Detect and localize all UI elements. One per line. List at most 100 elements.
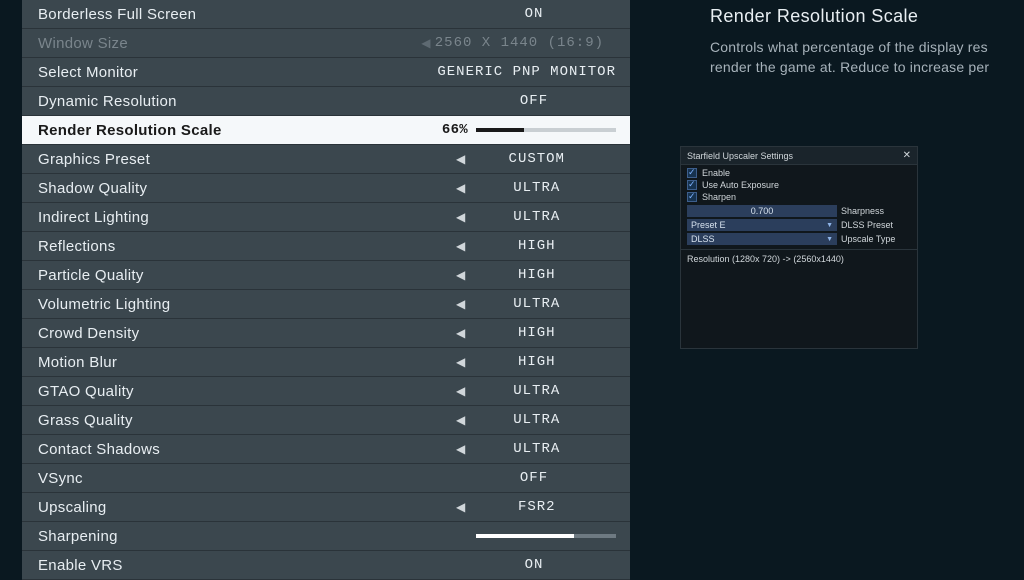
- setting-row[interactable]: Select MonitorGENERIC PNP MONITOR: [22, 58, 630, 87]
- setting-cycler[interactable]: ◀CUSTOM: [452, 151, 616, 167]
- setting-value[interactable]: ON: [452, 557, 616, 573]
- setting-value[interactable]: OFF: [452, 470, 616, 486]
- setting-cycler[interactable]: ◀ULTRA: [452, 180, 616, 196]
- preset-label: DLSS Preset: [841, 220, 911, 230]
- sharpness-slider[interactable]: 0.700: [687, 205, 837, 217]
- arrow-left-icon[interactable]: ◀: [452, 355, 470, 370]
- arrow-left-icon[interactable]: ◀: [452, 181, 470, 196]
- sharpness-label: Sharpness: [841, 206, 911, 216]
- setting-value: ULTRA: [470, 180, 604, 196]
- preset-row[interactable]: Preset E ▼ DLSS Preset: [687, 219, 911, 231]
- setting-label: Borderless Full Screen: [38, 6, 196, 23]
- setting-value: HIGH: [470, 325, 604, 341]
- arrow-left-icon[interactable]: ◀: [452, 268, 470, 283]
- setting-value: HIGH: [470, 354, 604, 370]
- setting-slider[interactable]: 66%: [428, 122, 616, 138]
- checkbox-icon[interactable]: [687, 168, 697, 178]
- description-title: Render Resolution Scale: [710, 6, 1024, 27]
- arrow-left-icon[interactable]: ◀: [452, 500, 470, 515]
- setting-row[interactable]: Volumetric Lighting◀ULTRA: [22, 290, 630, 319]
- setting-row[interactable]: VSyncOFF: [22, 464, 630, 493]
- setting-row[interactable]: Crowd Density◀HIGH: [22, 319, 630, 348]
- setting-value[interactable]: OFF: [452, 93, 616, 109]
- setting-label: Graphics Preset: [38, 151, 150, 168]
- setting-row[interactable]: Render Resolution Scale66%: [22, 116, 630, 145]
- setting-value: CUSTOM: [470, 151, 604, 167]
- overlay-empty-area: [687, 264, 911, 344]
- setting-label: Motion Blur: [38, 354, 117, 371]
- setting-label: Enable VRS: [38, 557, 123, 574]
- overlay-divider: [681, 249, 917, 250]
- check-enable[interactable]: Enable: [687, 167, 911, 179]
- caret-down-icon: ▼: [826, 222, 833, 229]
- preset-value: Preset E: [691, 220, 726, 230]
- slider-fill: [476, 534, 574, 538]
- check-sharpen[interactable]: Sharpen: [687, 191, 911, 203]
- check-label: Enable: [702, 168, 730, 178]
- setting-cycler[interactable]: ◀ULTRA: [452, 209, 616, 225]
- setting-value: HIGH: [470, 267, 604, 283]
- arrow-left-icon[interactable]: ◀: [452, 326, 470, 341]
- check-auto-exposure[interactable]: Use Auto Exposure: [687, 179, 911, 191]
- setting-label: Dynamic Resolution: [38, 93, 177, 110]
- checkbox-icon[interactable]: [687, 192, 697, 202]
- upscale-type-row[interactable]: DLSS ▼ Upscale Type: [687, 233, 911, 245]
- setting-slider[interactable]: [476, 534, 616, 538]
- setting-row[interactable]: Upscaling ◀FSR2: [22, 493, 630, 522]
- setting-label: Indirect Lighting: [38, 209, 149, 226]
- arrow-left-icon[interactable]: ◀: [452, 239, 470, 254]
- setting-value[interactable]: ON: [452, 6, 616, 22]
- setting-row[interactable]: Reflections ◀HIGH: [22, 232, 630, 261]
- arrow-left-icon[interactable]: ◀: [452, 384, 470, 399]
- setting-cycler[interactable]: ◀HIGH: [452, 238, 616, 254]
- sharpness-value: 0.700: [751, 206, 774, 216]
- setting-cycler[interactable]: ◀2560 X 1440 (16:9): [417, 35, 616, 51]
- overlay-titlebar[interactable]: Starfield Upscaler Settings ✕: [681, 147, 917, 165]
- sharpness-row[interactable]: 0.700 Sharpness: [687, 205, 911, 217]
- arrow-left-icon[interactable]: ◀: [452, 152, 470, 167]
- setting-cycler[interactable]: ◀ULTRA: [452, 296, 616, 312]
- setting-row[interactable]: Shadow Quality◀ULTRA: [22, 174, 630, 203]
- setting-row[interactable]: Contact Shadows◀ULTRA: [22, 435, 630, 464]
- setting-value[interactable]: GENERIC PNP MONITOR: [437, 64, 616, 80]
- arrow-left-icon[interactable]: ◀: [452, 297, 470, 312]
- arrow-left-icon[interactable]: ◀: [452, 442, 470, 457]
- checkbox-icon[interactable]: [687, 180, 697, 190]
- setting-label: Upscaling: [38, 499, 107, 516]
- setting-value: FSR2: [470, 499, 604, 515]
- resolution-text: Resolution (1280x 720) -> (2560x1440): [687, 254, 911, 264]
- overlay-body: Enable Use Auto Exposure Sharpen 0.700 S…: [681, 165, 917, 348]
- setting-row[interactable]: Particle Quality◀HIGH: [22, 261, 630, 290]
- setting-row[interactable]: Grass Quality◀ULTRA: [22, 406, 630, 435]
- upscale-select[interactable]: DLSS ▼: [687, 233, 837, 245]
- setting-row[interactable]: Motion Blur ◀HIGH: [22, 348, 630, 377]
- setting-cycler[interactable]: ◀FSR2: [452, 499, 616, 515]
- slider-track[interactable]: [476, 128, 616, 132]
- setting-cycler[interactable]: ◀ULTRA: [452, 412, 616, 428]
- arrow-left-icon[interactable]: ◀: [417, 36, 435, 51]
- setting-row[interactable]: GTAO Quality ◀ULTRA: [22, 377, 630, 406]
- setting-cycler[interactable]: ◀HIGH: [452, 354, 616, 370]
- setting-value: ULTRA: [470, 383, 604, 399]
- setting-cycler[interactable]: ◀ULTRA: [452, 441, 616, 457]
- setting-value: HIGH: [470, 238, 604, 254]
- setting-cycler[interactable]: ◀HIGH: [452, 325, 616, 341]
- setting-row[interactable]: Graphics Preset ◀CUSTOM: [22, 145, 630, 174]
- setting-row[interactable]: Borderless Full Screen ON: [22, 0, 630, 29]
- arrow-left-icon[interactable]: ◀: [452, 210, 470, 225]
- setting-row[interactable]: Window Size◀2560 X 1440 (16:9): [22, 29, 630, 58]
- setting-label: Sharpening: [38, 528, 118, 545]
- arrow-left-icon[interactable]: ◀: [452, 413, 470, 428]
- slider-track[interactable]: [476, 534, 616, 538]
- settings-list: Borderless Full Screen ON Window Size◀2560…: [22, 0, 630, 580]
- setting-row[interactable]: Indirect Lighting ◀ULTRA: [22, 203, 630, 232]
- setting-row[interactable]: Dynamic Resolution OFF: [22, 87, 630, 116]
- setting-cycler[interactable]: ◀HIGH: [452, 267, 616, 283]
- setting-label: GTAO Quality: [38, 383, 134, 400]
- setting-row[interactable]: Sharpening: [22, 522, 630, 551]
- setting-cycler[interactable]: ◀ULTRA: [452, 383, 616, 399]
- upscaler-overlay[interactable]: Starfield Upscaler Settings ✕ Enable Use…: [680, 146, 918, 349]
- setting-label: Reflections: [38, 238, 116, 255]
- close-icon[interactable]: ✕: [903, 150, 911, 161]
- preset-select[interactable]: Preset E ▼: [687, 219, 837, 231]
